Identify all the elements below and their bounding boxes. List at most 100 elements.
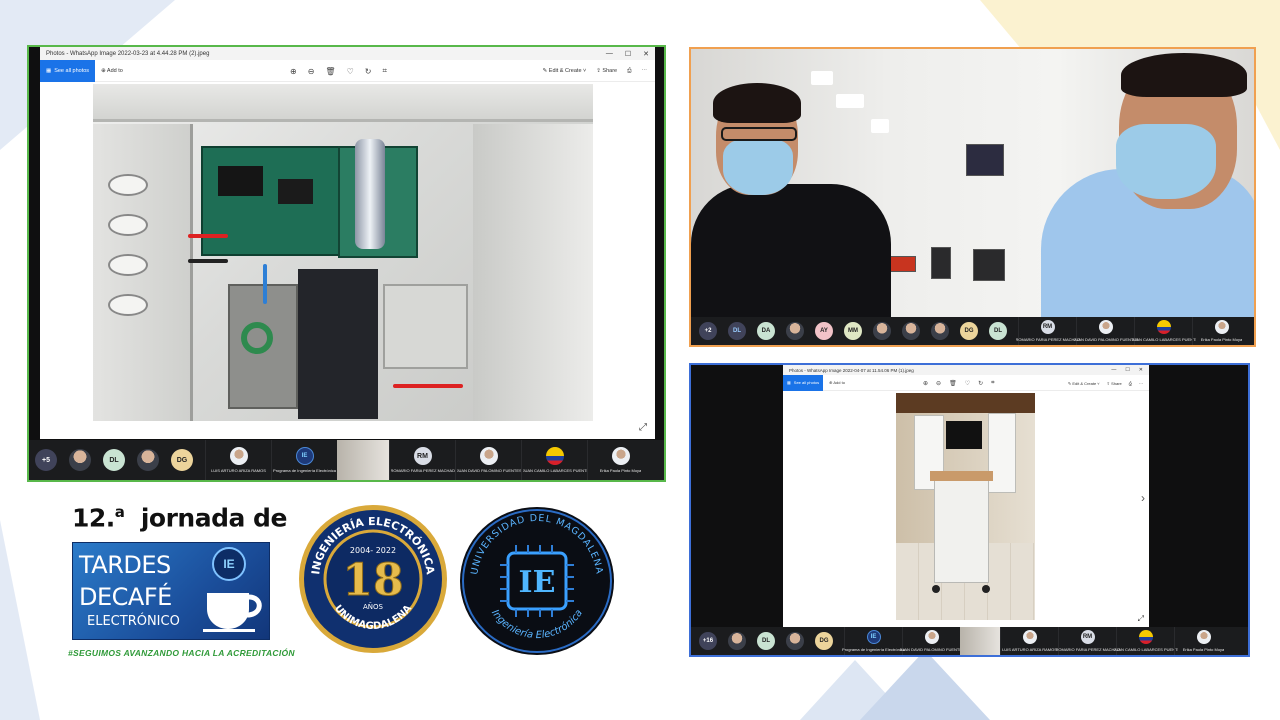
participant-name: LUIS ARTURO ARIZA RAMOS xyxy=(1002,647,1057,652)
photos-image-area: ⤢ xyxy=(40,82,655,439)
participant-tile[interactable]: RM ROMARIO FARIA PEREZ MACHADO xyxy=(1056,627,1120,655)
edit-create-button[interactable]: ✎ Edit & Create ˅ xyxy=(1068,381,1100,386)
participant-initials: RM xyxy=(413,447,432,465)
photos-window-titlebar: Photos - WhatsApp Image 2022-03-23 at 4.… xyxy=(40,47,655,60)
participant-avatar[interactable] xyxy=(786,322,804,340)
participant-avatar[interactable]: DL xyxy=(103,449,125,471)
participant-avatar[interactable] xyxy=(786,632,804,650)
participant-tile[interactable]: RM ROMARIO FARIA PEREZ MACHADO xyxy=(1016,317,1080,345)
event-title-text: jornada de xyxy=(140,503,288,533)
edit-create-button[interactable]: ✎ Edit & Create ˅ xyxy=(543,68,587,74)
participant-tile[interactable]: Erika Paola Pinto Moya xyxy=(1192,317,1250,345)
participant-tile[interactable]: IE Programa de Ingeniería Electrónica xyxy=(271,440,337,480)
zoom-in-icon[interactable]: ⊕ xyxy=(923,380,928,387)
share-button[interactable]: ⇪ Share xyxy=(1107,381,1122,386)
more-participants-badge[interactable]: +16 xyxy=(699,632,717,650)
participant-avatar[interactable]: DG xyxy=(960,322,978,340)
decor-triangle-bottom-2 xyxy=(860,650,990,720)
crop-icon[interactable]: ⌗ xyxy=(382,66,387,76)
coffee-cup-icon xyxy=(203,593,262,632)
participant-photo xyxy=(229,447,248,465)
more-icon[interactable]: ⋯ xyxy=(642,68,648,74)
add-to-button[interactable]: ⊕ Add to xyxy=(101,68,123,74)
participant-tile[interactable]: JUAN DAVID PALOMINO FUENTES xyxy=(455,440,521,480)
screen-share-panel-right: Photos - WhatsApp Image 2022-04-07 at 11… xyxy=(689,363,1250,657)
rotate-icon[interactable]: ↻ xyxy=(365,67,372,76)
participant-avatar[interactable]: DA xyxy=(757,322,775,340)
participant-tile[interactable]: LUIS ARTURO ARIZA RAMOS xyxy=(205,440,271,480)
print-icon[interactable]: ⎙ xyxy=(1129,381,1132,386)
share-label: Share xyxy=(1111,380,1122,386)
participant-avatar[interactable]: AY xyxy=(815,322,833,340)
photos-toolbar: ▦ See all photos ⊕ Add to ⊕ ⊖ 🗑︎ ♡ ↻ ⌗ ✎… xyxy=(783,374,1149,391)
edit-create-label: Edit & Create xyxy=(548,68,582,74)
participant-name: Erika Paola Pinto Moya xyxy=(599,468,642,473)
zoom-out-icon[interactable]: ⊖ xyxy=(308,67,315,76)
participant-tile[interactable]: IE Programa de Ingeniería Electrónica xyxy=(842,627,905,655)
expand-icon[interactable]: ⤢ xyxy=(639,422,647,433)
minimize-icon[interactable]: — xyxy=(606,50,613,57)
see-all-photos-button[interactable]: ▦ See all photos xyxy=(783,374,824,391)
participant-flag xyxy=(1156,320,1171,334)
participant-tile[interactable]: Erika Paola Pinto Moya xyxy=(587,440,653,480)
seal-18-number: 18 xyxy=(342,555,403,606)
close-icon[interactable]: ✕ xyxy=(1139,367,1143,373)
screen-share-panel-left: Photos - WhatsApp Image 2022-03-23 at 4.… xyxy=(27,45,666,482)
participant-avatar[interactable]: DG xyxy=(815,632,833,650)
maximize-icon[interactable]: ☐ xyxy=(1125,367,1129,373)
more-participants-badge[interactable]: +2 xyxy=(699,322,717,340)
participant-strip-left: +5 DL DG LUIS ARTURO ARIZA RAMOS IE Prog… xyxy=(29,440,664,480)
participant-avatar[interactable]: DL xyxy=(728,322,746,340)
participant-avatar[interactable] xyxy=(931,322,949,340)
participant-tile[interactable]: RM ROMARIO FARIA PEREZ MACHADO xyxy=(389,440,455,480)
participant-avatar[interactable]: DL xyxy=(989,322,1007,340)
seal-18-years: 2004- 2022 xyxy=(350,546,396,555)
participant-photo xyxy=(1214,320,1229,334)
rotate-icon[interactable]: ↻ xyxy=(978,380,983,387)
participant-avatar[interactable] xyxy=(69,449,91,471)
next-arrow-icon[interactable]: › xyxy=(1141,491,1145,505)
participant-avatar[interactable]: MM xyxy=(844,322,862,340)
expand-icon[interactable]: ⤢ xyxy=(1138,614,1144,624)
slogan-text: #SEGUIMOS AVANZANDO HACIA LA ACREDITACIÓ… xyxy=(68,648,295,658)
participant-avatar[interactable]: DG xyxy=(171,449,193,471)
participant-name: Erika Paola Pinto Moya xyxy=(1200,337,1243,342)
participant-name: ROMARIO FARIA PEREZ MACHADO xyxy=(390,468,455,473)
print-icon[interactable]: ⎙ xyxy=(627,68,631,75)
share-button[interactable]: ⇪ Share xyxy=(596,68,617,74)
participant-photo xyxy=(1196,630,1211,644)
more-icon[interactable]: ⋯ xyxy=(1139,381,1143,386)
participant-avatar[interactable]: DL xyxy=(757,632,775,650)
crop-icon[interactable]: ⌗ xyxy=(991,380,994,387)
participant-avatar[interactable] xyxy=(137,449,159,471)
maximize-icon[interactable]: ☐ xyxy=(625,50,631,58)
participant-tile[interactable]: JUAN CAMILO LABARCES PUENTES xyxy=(1114,627,1178,655)
participant-avatar[interactable] xyxy=(728,632,746,650)
participant-video-thumbnail[interactable] xyxy=(337,440,389,480)
participant-tile[interactable]: JUAN CAMILO LABARCES PUENTES xyxy=(1132,317,1196,345)
participant-tile[interactable]: JUAN DAVID PALOMINO FUENTES xyxy=(1074,317,1138,345)
favorite-icon[interactable]: ♡ xyxy=(965,380,970,387)
favorite-icon[interactable]: ♡ xyxy=(347,67,354,76)
delete-icon[interactable]: 🗑︎ xyxy=(949,380,957,387)
delete-icon[interactable]: 🗑︎ xyxy=(325,67,335,76)
photos-image-area: › ⤢ xyxy=(783,391,1149,627)
participant-tile[interactable]: LUIS ARTURO ARIZA RAMOS xyxy=(1000,627,1058,655)
participant-strip-bottom-right: +16 DL DG IE Programa de Ingeniería Elec… xyxy=(691,627,1248,655)
zoom-in-icon[interactable]: ⊕ xyxy=(290,67,297,76)
participant-tile[interactable]: JUAN CAMILO LABARCES PUENTES xyxy=(521,440,587,480)
add-to-button[interactable]: ⊕ Add to xyxy=(829,380,845,385)
see-all-photos-button[interactable]: ▦ See all photos xyxy=(40,59,96,82)
zoom-out-icon[interactable]: ⊖ xyxy=(936,380,941,387)
minimize-icon[interactable]: — xyxy=(1111,367,1116,373)
participant-video-thumbnail[interactable] xyxy=(960,627,1000,655)
participant-avatar[interactable] xyxy=(902,322,920,340)
participant-name: Erika Paola Pinto Moya xyxy=(1182,647,1225,652)
seal-18-sub: AÑOS xyxy=(363,602,384,611)
close-icon[interactable]: ✕ xyxy=(643,50,649,58)
more-participants-badge[interactable]: +5 xyxy=(35,449,57,471)
participant-flag xyxy=(545,447,564,465)
participant-tile[interactable]: JUAN DAVID PALOMINO FUENTES xyxy=(900,627,964,655)
participant-tile[interactable]: Erika Paola Pinto Moya xyxy=(1174,627,1232,655)
participant-avatar[interactable] xyxy=(873,322,891,340)
